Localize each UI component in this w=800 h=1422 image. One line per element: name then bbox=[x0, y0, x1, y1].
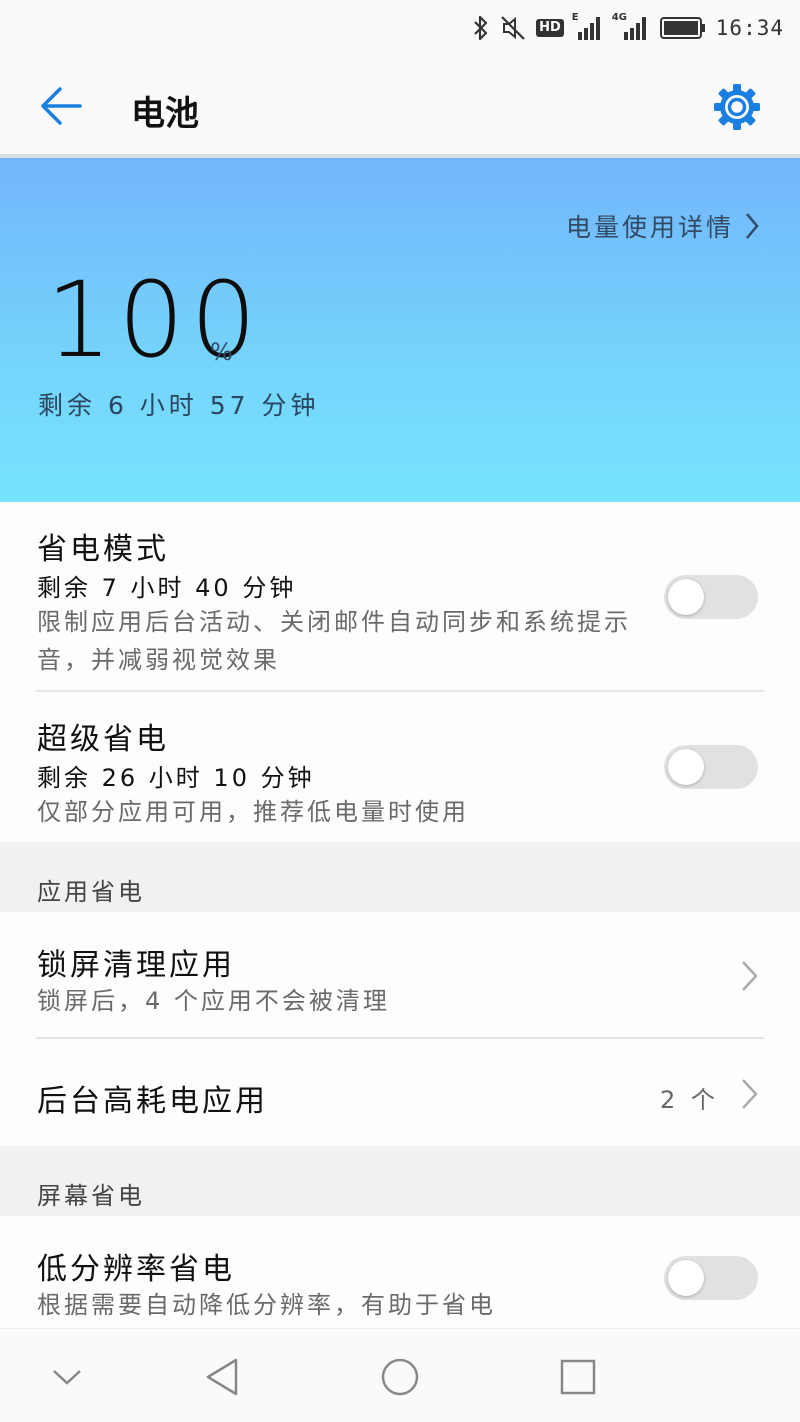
section-header-app-saving: 应用省电 bbox=[0, 842, 800, 912]
app-bar: 电池 bbox=[0, 56, 800, 156]
ultra-saving-row[interactable]: 超级省电 剩余 26 小时 10 分钟 仅部分应用可用，推荐低电量时使用 bbox=[0, 692, 800, 842]
arrow-left-icon bbox=[41, 87, 82, 125]
nav-recents-button[interactable] bbox=[553, 1355, 603, 1399]
network-type-label: E bbox=[571, 12, 579, 23]
battery-remaining: 剩余 6 小时 57 分钟 bbox=[38, 391, 320, 420]
section-header-screen-saving: 屏幕省电 bbox=[0, 1146, 800, 1216]
ultra-saving-toggle[interactable] bbox=[664, 745, 758, 789]
battery-level-unit: % bbox=[210, 338, 233, 366]
power-saving-toggle[interactable] bbox=[664, 575, 758, 619]
gear-icon bbox=[714, 84, 760, 130]
power-saving-description: 限制应用后台活动、关闭邮件自动同步和系统提示音，并减弱视觉效果 bbox=[37, 608, 631, 674]
power-modes-card: 省电模式 剩余 7 小时 40 分钟 限制应用后台活动、关闭邮件自动同步和系统提… bbox=[0, 502, 800, 842]
toggle-knob bbox=[668, 1260, 704, 1296]
usage-details-label: 电量使用详情 bbox=[565, 213, 734, 242]
power-saving-remaining: 剩余 7 小时 40 分钟 bbox=[37, 574, 297, 602]
ultra-saving-description: 仅部分应用可用，推荐低电量时使用 bbox=[37, 798, 469, 826]
hd-icon: HD bbox=[536, 19, 564, 37]
signal-icon: E bbox=[572, 12, 604, 40]
section-title: 屏幕省电 bbox=[37, 1182, 145, 1210]
power-saving-row[interactable]: 省电模式 剩余 7 小时 40 分钟 限制应用后台活动、关闭邮件自动同步和系统提… bbox=[0, 502, 800, 692]
settings-button[interactable] bbox=[712, 82, 762, 132]
section-title: 应用省电 bbox=[37, 878, 145, 906]
chevron-down-icon bbox=[53, 1370, 81, 1385]
nav-hide-button[interactable] bbox=[42, 1355, 92, 1399]
status-time: 16:34 bbox=[715, 16, 784, 40]
toggle-knob bbox=[668, 749, 704, 785]
mute-icon bbox=[500, 15, 526, 41]
background-heavy-title: 后台高耗电应用 bbox=[37, 1084, 268, 1119]
screen-saving-card: 低分辨率省电 根据需要自动降低分辨率，有助于省电 bbox=[0, 1216, 800, 1328]
background-heavy-count: 2 个 bbox=[660, 1086, 719, 1114]
usage-details-link[interactable]: 电量使用详情 bbox=[566, 208, 760, 244]
chevron-right-icon bbox=[746, 213, 759, 239]
network-4g-label: 4G bbox=[611, 12, 627, 23]
power-saving-title: 省电模式 bbox=[37, 532, 169, 567]
status-bar: HD E 4G 16:34 bbox=[0, 0, 800, 56]
circle-home-icon bbox=[381, 1358, 419, 1396]
low-resolution-description: 根据需要自动降低分辨率，有助于省电 bbox=[37, 1291, 496, 1319]
page-title: 电池 bbox=[131, 94, 199, 134]
lock-clean-title: 锁屏清理应用 bbox=[37, 948, 235, 983]
signal-4g-icon: 4G bbox=[612, 12, 650, 40]
low-resolution-row[interactable]: 低分辨率省电 根据需要自动降低分辨率，有助于省电 bbox=[0, 1216, 800, 1328]
system-nav-bar bbox=[0, 1328, 800, 1422]
lock-clean-row[interactable]: 锁屏清理应用 锁屏后，4 个应用不会被清理 bbox=[0, 912, 800, 1038]
chevron-right-icon bbox=[742, 961, 758, 991]
nav-home-button[interactable] bbox=[375, 1355, 425, 1399]
toggle-knob bbox=[668, 579, 704, 615]
lock-clean-description: 锁屏后，4 个应用不会被清理 bbox=[37, 987, 390, 1015]
chevron-right-icon bbox=[742, 1079, 758, 1109]
background-heavy-row[interactable]: 后台高耗电应用 2 个 bbox=[0, 1038, 800, 1146]
ultra-saving-remaining: 剩余 26 小时 10 分钟 bbox=[37, 764, 315, 792]
low-resolution-toggle[interactable] bbox=[664, 1256, 758, 1300]
nav-back-button[interactable] bbox=[198, 1355, 248, 1399]
battery-icon bbox=[659, 16, 706, 40]
square-recents-icon bbox=[560, 1359, 596, 1395]
ultra-saving-title: 超级省电 bbox=[37, 722, 169, 757]
app-saving-card: 锁屏清理应用 锁屏后，4 个应用不会被清理 后台高耗电应用 2 个 bbox=[0, 912, 800, 1146]
battery-hero: 电量使用详情 100 % 剩余 6 小时 57 分钟 bbox=[0, 158, 800, 502]
bluetooth-icon bbox=[472, 15, 490, 41]
triangle-back-icon bbox=[206, 1358, 238, 1396]
low-resolution-title: 低分辨率省电 bbox=[37, 1252, 235, 1287]
back-button[interactable] bbox=[36, 84, 86, 128]
